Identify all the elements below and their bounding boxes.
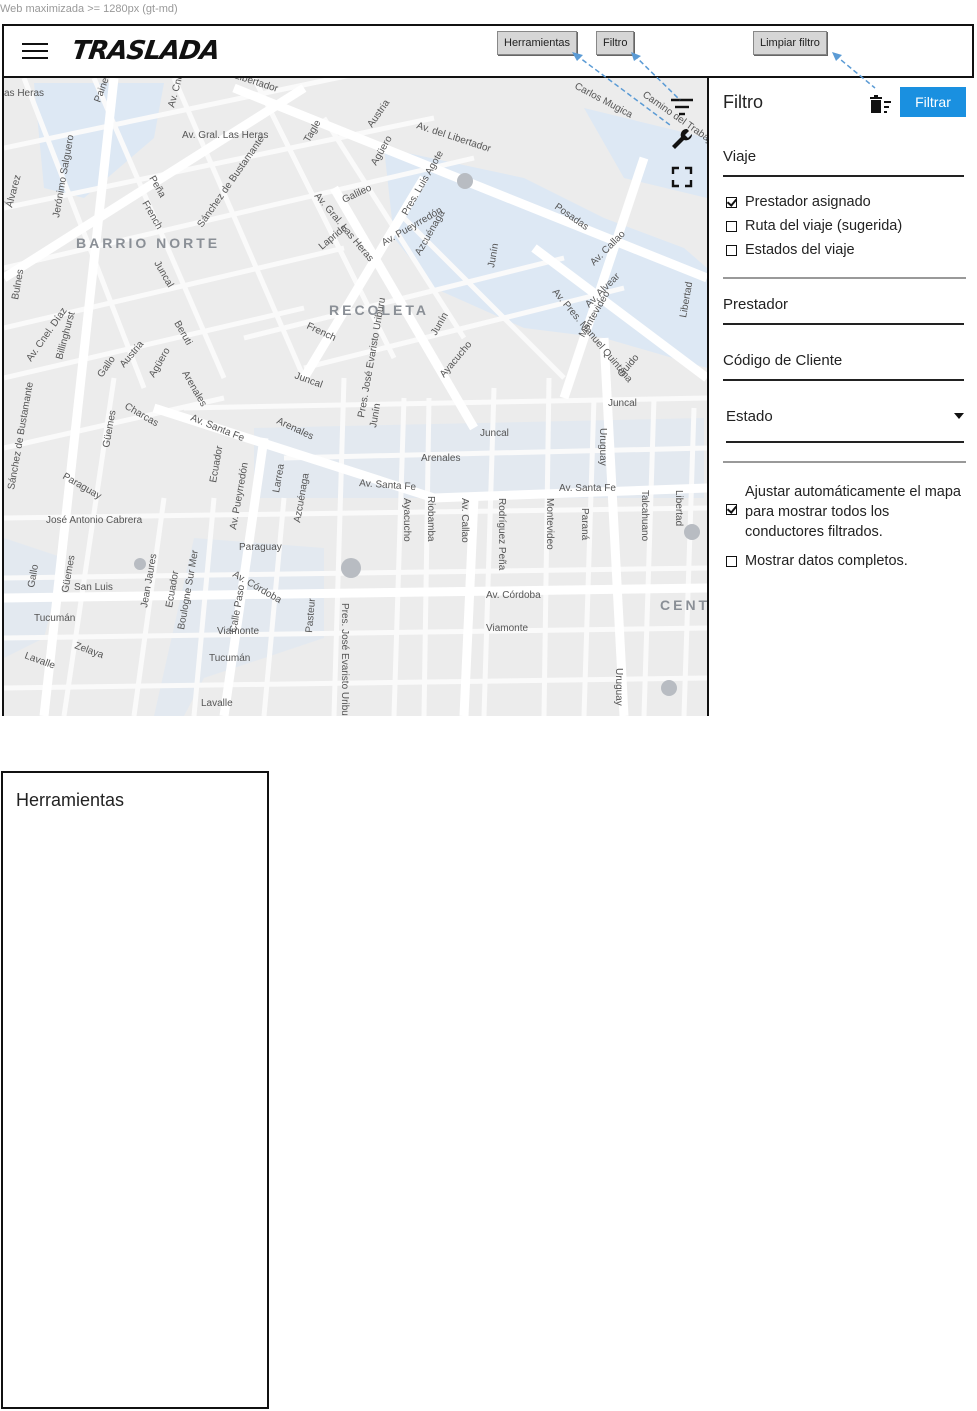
filter-panel-title: Filtro bbox=[723, 92, 763, 112]
checkbox-icon[interactable] bbox=[726, 221, 737, 232]
estado-label: Estado bbox=[726, 408, 773, 425]
option-label: Ruta del viaje (sugerida) bbox=[745, 218, 903, 234]
option-full-data[interactable]: Mostrar datos completos. bbox=[726, 553, 908, 569]
dropdown-arrow-icon[interactable] bbox=[954, 413, 964, 419]
svg-text:Av. Callao: Av. Callao bbox=[459, 498, 470, 543]
svg-text:Austria: Austria bbox=[365, 98, 392, 130]
annotation-herramientas: Herramientas bbox=[497, 31, 578, 55]
map-canvas: BARRIO NORTE RECOLETA CENT Av. Gral. Las… bbox=[4, 78, 707, 716]
checkbox-icon[interactable] bbox=[726, 245, 737, 256]
option-estados-viaje[interactable]: Estados del viaje bbox=[726, 242, 855, 258]
svg-text:Tucumán: Tucumán bbox=[34, 613, 75, 624]
svg-text:Libertad: Libertad bbox=[673, 490, 684, 526]
svg-text:Zelaya: Zelaya bbox=[73, 640, 105, 661]
svg-text:Av. Córdoba: Av. Córdoba bbox=[486, 590, 541, 601]
svg-text:Av. Pueyrredón: Av. Pueyrredón bbox=[228, 462, 251, 531]
app-logo: TRASLADA bbox=[69, 36, 222, 66]
tools-panel-title: Herramientas bbox=[16, 790, 125, 810]
top-bar: TRASLADA Herramientas Filtro Limpiar fil… bbox=[4, 26, 972, 78]
svg-text:Agüero: Agüero bbox=[147, 346, 173, 380]
svg-text:Juncal: Juncal bbox=[608, 398, 637, 409]
codigo-cliente-field[interactable]: Código de Cliente bbox=[723, 352, 964, 381]
svg-text:Austria: Austria bbox=[118, 339, 147, 370]
map-view[interactable]: BARRIO NORTE RECOLETA CENT Av. Gral. Las… bbox=[4, 78, 707, 716]
annotation-filtro: Filtro bbox=[596, 31, 635, 55]
divider bbox=[723, 277, 966, 279]
page-caption: Web maximizada >= 1280px (gt-md) bbox=[0, 3, 178, 15]
svg-text:French: French bbox=[139, 199, 164, 231]
svg-text:Ayacucho: Ayacucho bbox=[438, 339, 475, 380]
clear-filter-icon[interactable] bbox=[867, 93, 893, 115]
fullscreen-icon[interactable] bbox=[669, 164, 695, 190]
option-label: Estados del viaje bbox=[745, 242, 855, 258]
checkbox-checked-icon[interactable] bbox=[726, 197, 737, 208]
checkbox-checked-icon[interactable] bbox=[726, 504, 737, 515]
app-window: TRASLADA Herramientas Filtro Limpiar fil… bbox=[2, 24, 974, 716]
svg-text:José Antonio Cabrera: José Antonio Cabrera bbox=[46, 515, 143, 526]
svg-text:Arenales: Arenales bbox=[421, 453, 460, 464]
annotation-limpiar-filtro: Limpiar filtro bbox=[753, 31, 827, 55]
option-label: Ajustar automáticamente el mapa para mos… bbox=[745, 484, 961, 540]
svg-text:as Heras: as Heras bbox=[4, 88, 44, 99]
svg-text:Av. del Libertador: Av. del Libertador bbox=[415, 120, 493, 155]
svg-text:Paraguay: Paraguay bbox=[239, 542, 282, 553]
svg-text:Viamonte: Viamonte bbox=[486, 623, 529, 634]
svg-text:Uruguay: Uruguay bbox=[597, 428, 608, 466]
prestador-field[interactable]: Prestador bbox=[723, 296, 964, 325]
checkbox-icon[interactable] bbox=[726, 556, 737, 567]
estado-select[interactable]: Estado bbox=[726, 408, 964, 443]
option-label: Mostrar datos completos. bbox=[745, 553, 908, 569]
svg-text:San Luis: San Luis bbox=[74, 582, 113, 593]
divider bbox=[723, 461, 966, 463]
filter-panel: Filtro Filtrar Viaje Prestador asignado … bbox=[707, 78, 974, 716]
menu-icon[interactable] bbox=[22, 43, 48, 61]
svg-text:CENT: CENT bbox=[660, 597, 707, 613]
tools-panel: Herramientas bbox=[1, 771, 269, 1409]
svg-text:Lavalle: Lavalle bbox=[201, 698, 233, 709]
svg-text:Pres. José Evaristo Uriburu: Pres. José Evaristo Uriburu bbox=[339, 603, 350, 716]
apply-filter-button[interactable]: Filtrar bbox=[900, 87, 966, 117]
svg-text:Paraná: Paraná bbox=[579, 508, 590, 541]
filter-list-icon[interactable] bbox=[669, 94, 695, 120]
wrench-icon[interactable] bbox=[669, 126, 695, 152]
svg-text:Av. Santa Fe: Av. Santa Fe bbox=[559, 483, 616, 494]
option-label: Prestador asignado bbox=[745, 194, 871, 210]
svg-text:BARRIO NORTE: BARRIO NORTE bbox=[76, 235, 220, 251]
svg-text:Montevideo: Montevideo bbox=[544, 498, 555, 550]
option-auto-fit-map[interactable]: Ajustar automáticamente el mapa para mos… bbox=[726, 482, 971, 542]
viaje-field[interactable]: Viaje bbox=[723, 148, 964, 177]
svg-text:Tucumán: Tucumán bbox=[209, 653, 250, 664]
svg-text:Rodríguez Peña: Rodríguez Peña bbox=[496, 498, 507, 571]
svg-text:Güemes: Güemes bbox=[101, 409, 118, 448]
svg-text:Sánchez de Bustamante: Sánchez de Bustamante bbox=[6, 381, 36, 491]
svg-text:Riobamba: Riobamba bbox=[425, 496, 436, 542]
option-prestador-asignado[interactable]: Prestador asignado bbox=[726, 194, 871, 210]
svg-text:Talcahuano: Talcahuano bbox=[639, 490, 650, 542]
svg-text:Uruguay: Uruguay bbox=[613, 668, 624, 706]
svg-text:Juncal: Juncal bbox=[480, 428, 509, 439]
svg-text:Av. Santa Fe: Av. Santa Fe bbox=[189, 413, 246, 445]
option-ruta-viaje[interactable]: Ruta del viaje (sugerida) bbox=[726, 218, 902, 234]
svg-text:Ayacucho: Ayacucho bbox=[401, 498, 412, 542]
svg-text:Ecuador: Ecuador bbox=[208, 444, 225, 483]
